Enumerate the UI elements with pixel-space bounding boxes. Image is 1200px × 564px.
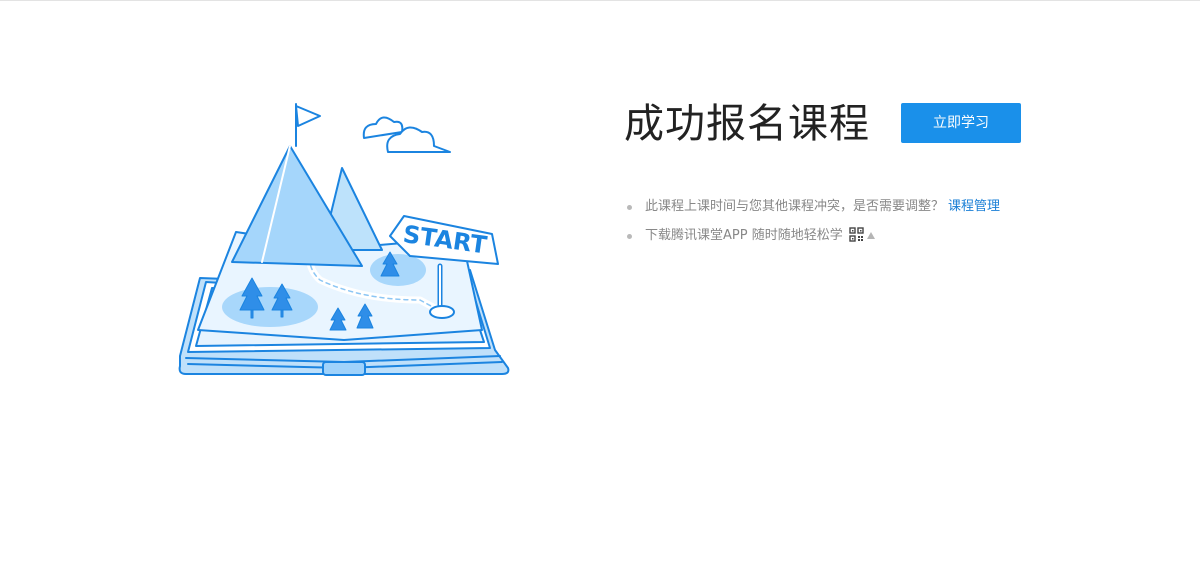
qr-code-icon[interactable] <box>849 227 864 242</box>
caret-up-icon <box>866 232 875 239</box>
download-app-text: 下载腾讯课堂APP 随时随地轻松学 <box>645 228 843 243</box>
start-book-illustration: START <box>178 103 510 376</box>
schedule-conflict-text: 此课程上课时间与您其他课程冲突，是否需要调整？ <box>645 199 945 214</box>
download-app-tip: 下载腾讯课堂APP 随时随地轻松学 <box>626 225 1000 247</box>
page-title: 成功报名课程 <box>624 101 870 147</box>
schedule-conflict-tip: 此课程上课时间与您其他课程冲突，是否需要调整？ 课程管理 <box>626 196 1000 218</box>
bullet-icon <box>627 234 632 239</box>
top-divider <box>0 0 1200 1</box>
tips-list: 此课程上课时间与您其他课程冲突，是否需要调整？ 课程管理 下载腾讯课堂APP 随时… <box>626 196 1000 254</box>
start-learning-button[interactable]: 立即学习 <box>901 103 1021 143</box>
bullet-icon <box>627 205 632 210</box>
course-management-link[interactable]: 课程管理 <box>948 199 1000 214</box>
